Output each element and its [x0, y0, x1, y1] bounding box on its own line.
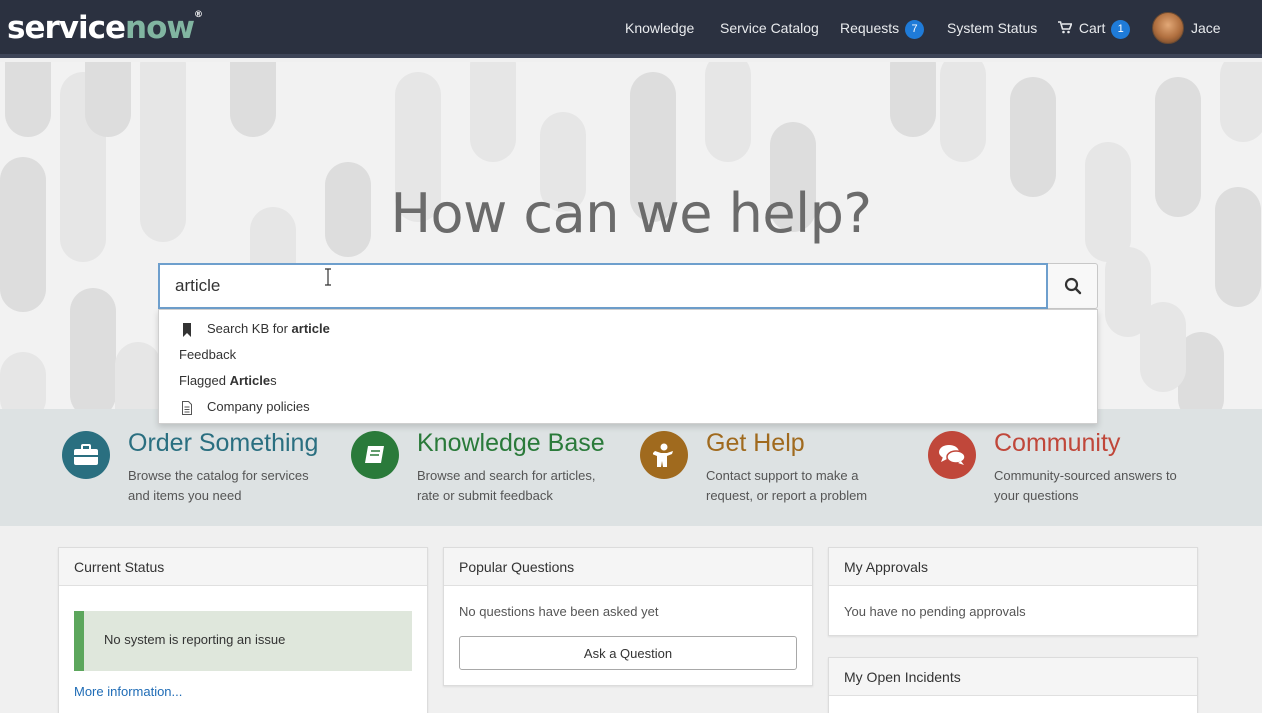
quick-link-description: Browse and search for articles, rate or …	[417, 468, 596, 503]
quick-link-title[interactable]: Knowledge Base	[417, 429, 605, 458]
book-icon	[351, 431, 399, 479]
panel-title: My Open Incidents	[829, 658, 1197, 696]
nav-knowledge[interactable]: Knowledge	[625, 0, 694, 56]
briefcase-icon	[62, 431, 110, 479]
search-bar	[158, 263, 1098, 309]
text-cursor-icon	[324, 268, 332, 291]
suggestion-text: Feedback	[179, 347, 237, 362]
suggestion-text-suffix: s	[270, 373, 277, 388]
suggestion-feedback[interactable]: Feedback	[179, 342, 236, 368]
bookmark-icon	[183, 322, 191, 337]
suggestion-match-text: article	[291, 321, 330, 336]
panel-title: My Approvals	[829, 548, 1197, 586]
popular-questions-panel: Popular Questions No questions have been…	[443, 547, 813, 686]
hero-title: How can we help?	[390, 182, 872, 245]
logo-text-service: service	[7, 10, 126, 46]
user-menu-name[interactable]: Jace Benson	[1191, 0, 1262, 92]
quick-link-description: Community-sourced answers to your questi…	[994, 468, 1177, 503]
background-pill	[115, 342, 161, 409]
quick-link-title[interactable]: Community	[994, 429, 1120, 458]
background-pill	[940, 62, 986, 162]
nav-system-status[interactable]: System Status	[947, 0, 1037, 56]
suggestion-match-text: Article	[229, 373, 271, 388]
background-pill	[5, 62, 51, 137]
user-avatar[interactable]	[1152, 12, 1184, 44]
ask-question-button[interactable]: Ask a Question	[459, 636, 797, 670]
my-open-incidents-panel: My Open Incidents	[828, 657, 1198, 713]
my-approvals-panel: My Approvals You have no pending approva…	[828, 547, 1198, 636]
empty-questions-message: No questions have been asked yet	[459, 604, 659, 619]
requests-count-badge: 7	[905, 19, 925, 39]
background-pill	[890, 62, 936, 137]
background-pill	[0, 352, 46, 409]
quick-links-band: Order Something Browse the catalog for s…	[0, 409, 1262, 526]
current-status-panel: Current Status No system is reporting an…	[58, 547, 428, 713]
servicenow-logo[interactable]: servicenow®	[7, 10, 203, 46]
background-pill	[1220, 62, 1262, 142]
suggestion-company-policies[interactable]: Company policies	[179, 394, 310, 420]
cart-icon	[1058, 21, 1073, 34]
nav-requests[interactable]: Requests 7	[840, 0, 925, 56]
suggestion-text: Company policies	[207, 399, 310, 414]
background-pill	[705, 62, 751, 162]
background-pill	[230, 62, 276, 137]
background-pill	[85, 62, 131, 137]
logo-registered-mark: ®	[194, 10, 204, 20]
background-pill	[470, 62, 516, 162]
more-information-link[interactable]: More information...	[74, 684, 182, 699]
quick-link-description: Browse the catalog for services and item…	[128, 468, 309, 503]
cart-count-badge: 1	[1111, 19, 1131, 39]
quick-link-description: Contact support to make a request, or re…	[706, 468, 868, 503]
nav-service-catalog[interactable]: Service Catalog	[720, 0, 819, 56]
document-icon	[182, 400, 192, 415]
search-suggestions-dropdown: Search KB for article Feedback Flagged A…	[158, 309, 1098, 424]
search-button[interactable]	[1048, 263, 1098, 309]
quick-link-title[interactable]: Get Help	[706, 429, 805, 458]
suggestion-text: Search KB for	[207, 321, 292, 336]
nav-requests-label: Requests	[840, 20, 900, 36]
no-approvals-message: You have no pending approvals	[844, 604, 1026, 619]
background-pill	[70, 288, 116, 409]
background-pill	[1010, 77, 1056, 197]
status-message: No system is reporting an issue	[104, 632, 286, 647]
search-input[interactable]	[158, 263, 1048, 309]
top-navigation-bar: servicenow® Knowledge Service Catalog Re…	[0, 0, 1262, 92]
panel-title: Popular Questions	[444, 548, 812, 586]
suggestion-search-kb[interactable]: Search KB for article	[179, 316, 330, 342]
nav-cart-label: Cart	[1078, 20, 1106, 36]
person-icon	[640, 431, 688, 479]
logo-text-now: now	[125, 10, 195, 46]
status-alert: No system is reporting an issue	[74, 611, 412, 671]
suggestion-flagged-articles[interactable]: Flagged Articles	[179, 368, 277, 394]
panel-title: Current Status	[59, 548, 427, 586]
background-pill	[1140, 302, 1186, 392]
nav-cart[interactable]: Cart 1	[1058, 0, 1131, 56]
chat-bubbles-icon	[928, 431, 976, 479]
quick-link-title[interactable]: Order Something	[128, 429, 318, 458]
suggestion-text: Flagged	[179, 373, 230, 388]
search-icon	[1064, 277, 1081, 295]
